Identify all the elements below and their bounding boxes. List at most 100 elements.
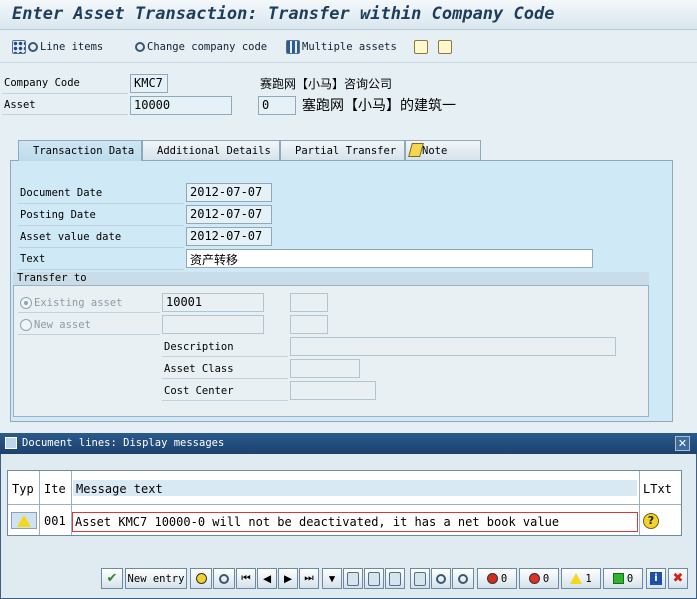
cost-center-label: Cost Center: [164, 385, 234, 397]
asset-description: 塞跑网【小马】的建筑一: [302, 98, 456, 114]
check-icon: ✔: [106, 571, 118, 586]
existing-asset-field[interactable]: 10001: [162, 293, 264, 312]
transfer-to-group-header: [13, 272, 649, 286]
line-items-label: Line items: [40, 41, 104, 53]
message-text-cell[interactable]: Asset KMC7 10000-0 will not be deactivat…: [72, 512, 638, 532]
line-items-button[interactable]: Line items: [12, 39, 103, 55]
dialog-close-button[interactable]: ✕: [675, 436, 690, 451]
col-divider: [39, 471, 40, 535]
continue-button[interactable]: ✔: [101, 568, 123, 589]
company-name: 赛跑网【小马】咨询公司: [260, 77, 393, 91]
window-title: Enter Asset Transaction: Transfer within…: [12, 4, 555, 24]
new-entry-button[interactable]: New entry: [125, 568, 187, 589]
previous-page-button[interactable]: ◀: [257, 568, 277, 589]
document-button[interactable]: [414, 39, 428, 55]
tab-partial-transfer-label: Partial Transfer: [295, 145, 397, 157]
new-asset-underline: [18, 334, 160, 335]
asset-value-date-underline: [18, 247, 184, 248]
help-button[interactable]: [190, 568, 212, 589]
tab-additional-details-label: Additional Details: [157, 145, 271, 157]
description-field[interactable]: [290, 337, 616, 356]
asset-subnumber-field: 0: [258, 96, 296, 115]
find-next-button[interactable]: [452, 568, 474, 589]
multiple-assets-button[interactable]: Multiple assets: [286, 39, 397, 55]
info-icon: i: [650, 572, 662, 585]
company-code-underline: [2, 93, 128, 94]
headset-icon: [135, 42, 145, 52]
export-button[interactable]: [385, 568, 405, 589]
long-text-help-icon[interactable]: ?: [643, 513, 659, 529]
first-page-icon: ⏮: [241, 572, 251, 584]
sort-ascending-button[interactable]: [343, 568, 363, 589]
change-company-code-button[interactable]: Change company code: [135, 39, 267, 55]
dialog-window-icon: [5, 437, 17, 449]
col-header-item[interactable]: Ite: [40, 471, 66, 504]
new-asset-radio[interactable]: [20, 319, 32, 331]
posting-date-field[interactable]: 2012-07-07: [186, 205, 272, 224]
warning-count: 1: [585, 572, 592, 585]
tab-partial-transfer[interactable]: Partial Transfer: [280, 140, 405, 160]
tab-transaction-data[interactable]: Transaction Data: [18, 140, 142, 161]
new-asset-subnumber-field[interactable]: [290, 315, 328, 334]
existing-asset-label: Existing asset: [34, 297, 123, 309]
warning-icon: [570, 573, 583, 584]
asset-value-date-field[interactable]: 2012-07-07: [186, 227, 272, 246]
sort-descending-button[interactable]: [364, 568, 384, 589]
new-entry-label: New entry: [127, 572, 185, 585]
find-icon: [436, 573, 446, 584]
last-page-button[interactable]: ⏭: [299, 568, 319, 589]
filter-button[interactable]: ▼: [322, 568, 342, 589]
existing-asset-subnumber-field[interactable]: [290, 293, 328, 312]
header-divider: [8, 504, 681, 505]
text-label: Text: [20, 253, 46, 265]
stop-icon: [486, 573, 498, 584]
document-icon: [414, 40, 428, 54]
find-next-icon: [458, 573, 468, 584]
stop-messages-button[interactable]: 0: [477, 568, 517, 589]
filter-icon: ▼: [328, 572, 336, 585]
asset-class-label: Asset Class: [164, 363, 234, 375]
cancel-icon: ✖: [672, 571, 684, 586]
edit-document-button[interactable]: [438, 39, 452, 55]
success-messages-button[interactable]: 0: [603, 568, 643, 589]
col-divider: [639, 471, 640, 535]
multiple-assets-label: Multiple assets: [302, 41, 397, 53]
print-button[interactable]: [410, 568, 430, 589]
document-date-field[interactable]: 2012-07-07: [186, 183, 272, 202]
col-header-type[interactable]: Typ: [8, 471, 34, 504]
tab-transaction-data-label: Transaction Data: [33, 145, 135, 157]
warning-messages-button[interactable]: 1: [561, 568, 601, 589]
info-button[interactable]: i: [646, 568, 666, 589]
application-toolbar: Line items Change company code Multiple …: [0, 31, 697, 63]
find-button[interactable]: [431, 568, 451, 589]
last-page-icon: ⏭: [304, 572, 314, 584]
grid-dots-icon: [12, 40, 26, 54]
asset-class-underline: [162, 378, 288, 379]
error-count: 0: [542, 572, 550, 585]
description-underline: [162, 356, 288, 357]
glasses-icon: [219, 573, 229, 584]
stop-count: 0: [500, 572, 508, 585]
asset-underline: [2, 114, 128, 115]
error-icon: [528, 573, 540, 584]
message-item-number: 001: [44, 514, 66, 528]
text-field[interactable]: 资产转移: [186, 249, 593, 268]
next-page-icon: ▶: [283, 572, 293, 585]
warning-icon: [17, 515, 31, 527]
cost-center-field[interactable]: [290, 381, 376, 400]
tab-note[interactable]: Note: [405, 140, 481, 160]
col-header-message-text[interactable]: Message text: [72, 471, 163, 504]
cancel-button[interactable]: ✖: [668, 568, 688, 589]
new-asset-field[interactable]: [162, 315, 264, 334]
document-date-underline: [18, 203, 184, 204]
glasses-button[interactable]: [213, 568, 235, 589]
warning-type-cell: [11, 512, 37, 529]
asset-class-field[interactable]: [290, 359, 360, 378]
next-page-button[interactable]: ▶: [278, 568, 298, 589]
previous-page-icon: ◀: [262, 572, 272, 585]
existing-asset-radio[interactable]: [20, 297, 32, 309]
tab-additional-details[interactable]: Additional Details: [142, 140, 280, 160]
first-page-button[interactable]: ⏮: [236, 568, 256, 589]
error-messages-button[interactable]: 0: [519, 568, 559, 589]
col-header-long-text[interactable]: LTxt: [639, 471, 672, 504]
